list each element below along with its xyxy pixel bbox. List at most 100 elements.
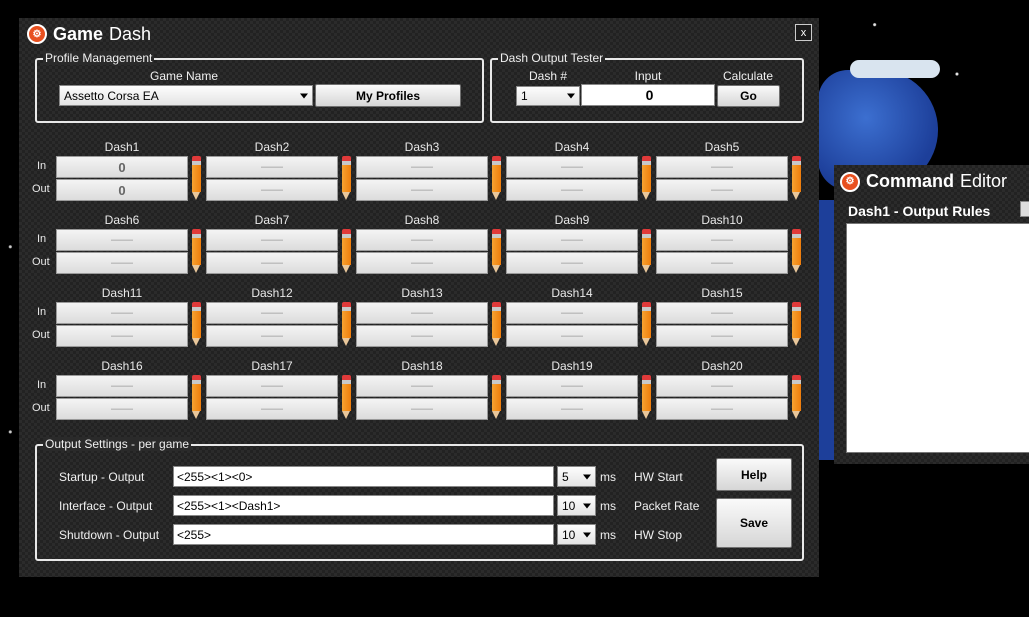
chevron-down-icon (583, 532, 591, 537)
pencil-icon[interactable] (641, 229, 652, 274)
pencil-icon[interactable] (341, 375, 352, 420)
chevron-down-icon (583, 503, 591, 508)
out-row-label: Out (32, 183, 50, 195)
dash-in-field: —— (206, 156, 338, 178)
dash-in-field: —— (506, 156, 638, 178)
dash-label: Dash8 (404, 213, 440, 227)
out-row-label: Out (32, 402, 50, 414)
pencil-icon[interactable] (191, 229, 202, 274)
command-editor-title-rest: Editor (960, 171, 1008, 191)
shutdown-output-field[interactable]: <255> (173, 524, 554, 545)
output-rules-label: Dash1 - Output Rules (848, 203, 991, 219)
window-title-bold: Game (53, 23, 104, 44)
pencil-icon[interactable] (641, 375, 652, 420)
calculate-label: Calculate (722, 69, 774, 83)
dash-label: Dash10 (701, 213, 743, 227)
dash-label: Dash3 (404, 140, 440, 154)
pencil-icon[interactable] (341, 229, 352, 274)
interface-output-label: Interface - Output (59, 499, 153, 513)
dash-out-field: 0 (56, 179, 188, 201)
pencil-icon[interactable] (791, 229, 802, 274)
window-title-rest: Dash (109, 23, 152, 44)
hw-start-label: HW Start (634, 470, 683, 484)
interface-ms-select[interactable]: 10 (557, 495, 596, 516)
pencil-icon[interactable] (791, 302, 802, 347)
close-button[interactable]: x (795, 24, 812, 41)
dash-out-field: —— (206, 325, 338, 347)
interface-output-field[interactable]: <255><1><Dash1> (173, 495, 554, 516)
startup-ms-select[interactable]: 5 (557, 466, 596, 487)
startup-output-field[interactable]: <255><1><0> (173, 466, 554, 487)
pencil-icon[interactable] (791, 156, 802, 201)
dash-out-field: —— (356, 398, 488, 420)
dash-out-field: —— (656, 398, 788, 420)
command-editor-button[interactable] (1020, 201, 1029, 217)
save-button[interactable]: Save (716, 498, 792, 548)
dash-in-field: —— (656, 375, 788, 397)
dash-label: Dash17 (251, 359, 293, 373)
game-name-label: Game Name (149, 69, 219, 83)
output-rules-textarea[interactable] (846, 223, 1029, 453)
pencil-icon[interactable] (191, 156, 202, 201)
pencil-icon[interactable] (491, 375, 502, 420)
dash-label: Dash9 (554, 213, 590, 227)
dash-label: Dash1 (104, 140, 140, 154)
pencil-icon[interactable] (491, 229, 502, 274)
dash-label: Dash15 (701, 286, 743, 300)
chevron-down-icon (567, 93, 575, 99)
startup-output-label: Startup - Output (59, 470, 145, 484)
dash-out-field: —— (356, 325, 488, 347)
dash-in-field: —— (356, 229, 488, 251)
dash-in-field: —— (56, 375, 188, 397)
go-button[interactable]: Go (717, 85, 780, 107)
dash-label: Dash18 (401, 359, 443, 373)
dash-in-field: —— (56, 229, 188, 251)
dash-number-select[interactable]: 1 (516, 86, 580, 106)
interface-ms-label: ms (600, 499, 616, 513)
chevron-down-icon (583, 474, 591, 479)
pencil-icon[interactable] (341, 302, 352, 347)
dash-out-field: —— (206, 252, 338, 274)
pencil-icon[interactable] (641, 302, 652, 347)
game-dash-window: ⚙ Game Dash x Profile Management Game Na… (19, 18, 819, 577)
pencil-icon[interactable] (791, 375, 802, 420)
dash-out-field: —— (356, 179, 488, 201)
pencil-icon[interactable] (341, 156, 352, 201)
dash-number-value: 1 (521, 89, 528, 103)
dash-in-field: —— (206, 302, 338, 324)
hw-stop-label: HW Stop (634, 528, 683, 542)
interface-ms-value: 10 (562, 498, 576, 513)
command-editor-title: ⚙ Command Editor (840, 171, 1007, 192)
pencil-icon[interactable] (191, 375, 202, 420)
shutdown-output-label: Shutdown - Output (59, 528, 160, 542)
dash-label: Dash19 (551, 359, 593, 373)
dash-out-field: —— (356, 252, 488, 274)
dash-label: Dash5 (704, 140, 740, 154)
tester-input-field[interactable]: 0 (581, 84, 715, 106)
pencil-icon[interactable] (191, 302, 202, 347)
profile-management-legend: Profile Management (43, 51, 155, 65)
dash-in-field: —— (356, 302, 488, 324)
dash-out-field: —— (206, 398, 338, 420)
shutdown-ms-select[interactable]: 10 (557, 524, 596, 545)
help-button[interactable]: Help (716, 458, 792, 491)
dash-output-tester-legend: Dash Output Tester (498, 51, 606, 65)
chevron-down-icon (300, 93, 308, 98)
game-name-select[interactable]: Assetto Corsa EA (59, 85, 313, 106)
dash-out-field: —— (506, 179, 638, 201)
dash-out-field: —— (56, 398, 188, 420)
my-profiles-button[interactable]: My Profiles (315, 84, 461, 107)
pencil-icon[interactable] (641, 156, 652, 201)
in-row-label: In (37, 233, 47, 245)
window-title: ⚙ Game Dash (27, 23, 151, 45)
pencil-icon[interactable] (491, 156, 502, 201)
input-label: Input (634, 69, 662, 83)
dash-out-field: —— (506, 325, 638, 347)
dash-in-field: —— (206, 375, 338, 397)
command-editor-window[interactable]: ⚙ Command Editor Dash1 - Output Rules (834, 165, 1029, 464)
dash-out-field: —— (56, 252, 188, 274)
dash-out-field: —— (206, 179, 338, 201)
dash-label: Dash11 (101, 286, 143, 300)
dash-label: Dash2 (254, 140, 290, 154)
pencil-icon[interactable] (491, 302, 502, 347)
